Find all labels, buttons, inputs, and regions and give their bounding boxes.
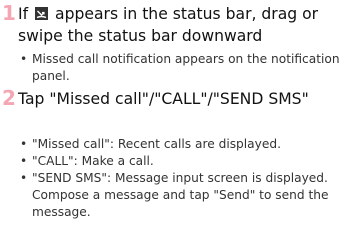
missed-call-icon <box>35 7 49 20</box>
bullet-item: "Missed call": Recent calls are displaye… <box>18 136 361 153</box>
step-title: Tap "Missed call"/"CALL"/"SEND SMS" <box>18 90 309 108</box>
bullet-item: "SEND SMS": Message input screen is disp… <box>18 170 361 221</box>
step-number: 1 <box>2 1 16 25</box>
step-1-bullets: Missed call notification appears on the … <box>18 51 361 85</box>
step-title: If appears in the status bar, drag or sw… <box>18 3 358 47</box>
step-title-text-after: appears in the status bar, drag or swipe… <box>18 5 319 45</box>
bullet-item: Missed call notification appears on the … <box>18 51 361 85</box>
step-number: 2 <box>2 86 16 110</box>
step-title-text-before: If <box>18 5 29 23</box>
bullet-item: "CALL": Make a call. <box>18 153 361 170</box>
step-2-bullets: "Missed call": Recent calls are displaye… <box>18 136 361 221</box>
